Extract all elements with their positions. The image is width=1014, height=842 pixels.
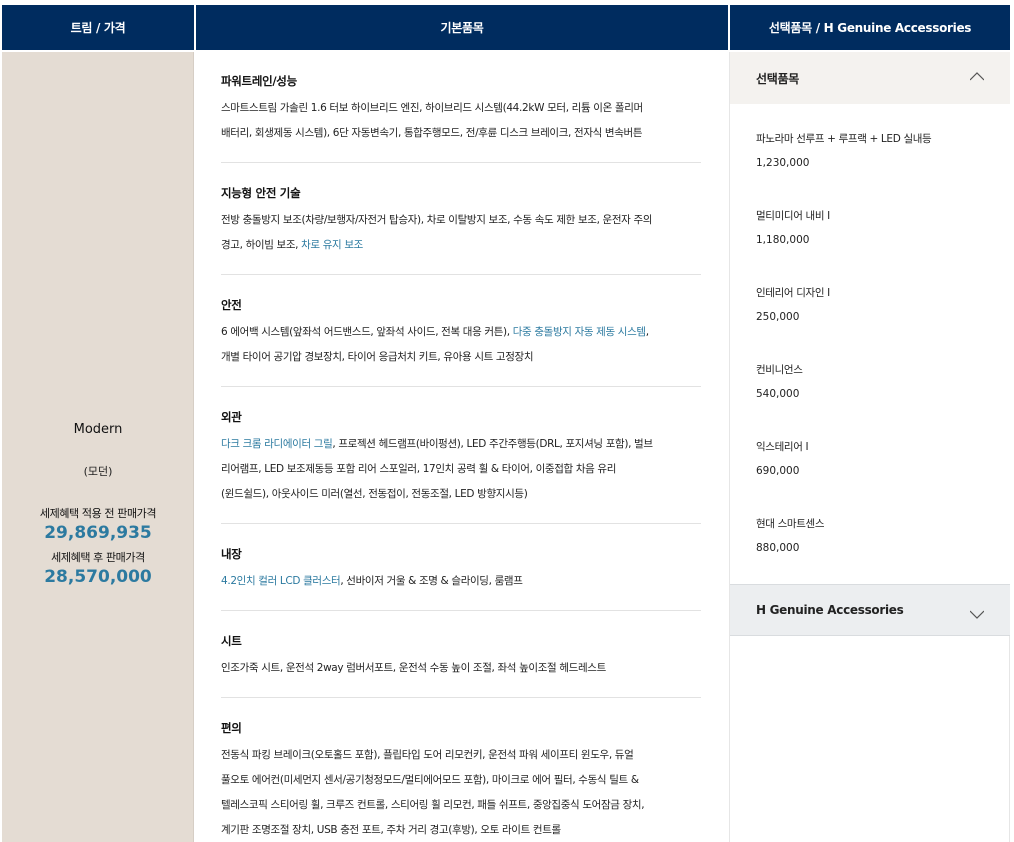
section-line: 풀오토 에어컨(미세먼지 센서/공기청정모드/멀티에어모드 포함), 마이크로 … xyxy=(221,774,639,786)
section-body: 스마트스트림 가솔린 1.6 터보 하이브리드 엔진, 하이브리드 시스템(44… xyxy=(221,96,701,146)
trim-info: Modern (모던) 세제혜택 적용 전 판매가격 29,869,935 세제… xyxy=(2,422,194,593)
option-name: 파노라마 선루프 + 루프랙 + LED 실내등 xyxy=(756,133,932,145)
option-name: 익스테리어 I xyxy=(756,441,809,453)
section-title: 안전 xyxy=(221,298,242,312)
option-name: 컨비니언스 xyxy=(756,364,803,376)
options-accordion-header[interactable]: 선택품목 xyxy=(730,52,1010,104)
feature-link-lane-keeping[interactable]: 차로 유지 보조 xyxy=(301,239,363,251)
section-line: 리어램프, LED 보조제동등 포함 리어 스포일러, 17인치 공력 휠 & … xyxy=(221,463,617,475)
option-item[interactable]: 현대 스마트센스 880,000 xyxy=(756,515,996,556)
divider xyxy=(221,162,701,163)
option-price: 250,000 xyxy=(756,311,800,323)
option-price: 690,000 xyxy=(756,465,800,477)
option-item[interactable]: 인테리어 디자인 I 250,000 xyxy=(756,284,996,325)
price-after-tax-label: 세제혜택 후 판매가격 xyxy=(51,551,145,564)
section-exterior: 외관 다크 크롬 라디에이터 그릴, 프로젝션 헤드램프(바이펑션), LED … xyxy=(221,408,701,507)
feature-link-dark-chrome-grille[interactable]: 다크 크롬 라디에이터 그릴 xyxy=(221,438,333,450)
header-trim-price: 트림 / 가격 xyxy=(2,5,194,50)
section-safety: 안전 6 에어백 시스템(앞좌석 어드밴스드, 앞좌석 사이드, 전복 대응 커… xyxy=(221,296,701,370)
section-line: 인조가죽 시트, 운전석 2way 럼버서포트, 운전석 수동 높이 조절, 좌… xyxy=(221,662,606,674)
options-column: 선택품목 파노라마 선루프 + 루프랙 + LED 실내등 1,230,000 … xyxy=(729,52,1010,842)
section-text: 6 에어백 시스템(앞좌석 어드밴스드, 앞좌석 사이드, 전복 대응 커튼), xyxy=(221,326,513,338)
section-text: , xyxy=(645,326,649,338)
option-price: 1,230,000 xyxy=(756,157,810,169)
basic-items-column: 파워트레인/성능 스마트스트림 가솔린 1.6 터보 하이브리드 엔진, 하이브… xyxy=(195,52,727,842)
option-item[interactable]: 멀티미디어 내비 I 1,180,000 xyxy=(756,207,996,248)
section-line: 경고, 하이빔 보조, 차로 유지 보조 xyxy=(221,233,701,258)
price-after-tax: 28,570,000 xyxy=(44,567,152,587)
section-title: 지능형 안전 기술 xyxy=(221,186,301,200)
feature-link-lcd-cluster[interactable]: 4.2인치 컬러 LCD 클러스터 xyxy=(221,575,341,587)
section-body: 4.2인치 컬러 LCD 클러스터, 선바이저 거울 & 조명 & 슬라이딩, … xyxy=(221,569,701,594)
trim-column: Modern (모던) 세제혜택 적용 전 판매가격 29,869,935 세제… xyxy=(2,52,194,842)
divider xyxy=(221,610,701,611)
section-line: 전동식 파킹 브레이크(오토홀드 포함), 플립타입 도어 리모컨키, 운전석 … xyxy=(221,749,634,761)
divider xyxy=(221,523,701,524)
section-line: 전방 충돌방지 보조(차량/보행자/자전거 탑승자), 차로 이탈방지 보조, … xyxy=(221,214,653,226)
section-convenience: 편의 전동식 파킹 브레이크(오토홀드 포함), 플립타입 도어 리모컨키, 운… xyxy=(221,719,701,842)
chevron-up-icon[interactable] xyxy=(970,70,984,84)
option-item[interactable]: 익스테리어 I 690,000 xyxy=(756,438,996,479)
option-price: 540,000 xyxy=(756,388,800,400)
divider xyxy=(221,697,701,698)
section-title: 시트 xyxy=(221,634,242,648)
divider xyxy=(221,274,701,275)
section-safety-tech: 지능형 안전 기술 전방 충돌방지 보조(차량/보행자/자전거 탑승자), 차로… xyxy=(221,184,701,258)
section-body: 6 에어백 시스템(앞좌석 어드밴스드, 앞좌석 사이드, 전복 대응 커튼),… xyxy=(221,320,701,370)
section-body: 전방 충돌방지 보조(차량/보행자/자전거 탑승자), 차로 이탈방지 보조, … xyxy=(221,208,701,258)
section-body: 전동식 파킹 브레이크(오토홀드 포함), 플립타입 도어 리모컨키, 운전석 … xyxy=(221,743,701,842)
price-before-tax-label: 세제혜택 적용 전 판매가격 xyxy=(39,507,157,520)
section-line: 스마트스트림 가솔린 1.6 터보 하이브리드 엔진, 하이브리드 시스템(44… xyxy=(221,102,643,114)
trim-name-korean: (모던) xyxy=(83,465,113,478)
option-price: 1,180,000 xyxy=(756,234,810,246)
chevron-down-icon[interactable] xyxy=(970,607,984,621)
table-header: 트림 / 가격 기본품목 선택품목 / H Genuine Accessorie… xyxy=(2,5,1010,50)
feature-link-multi-collision-brake[interactable]: 다중 충돌방지 자동 제동 시스템 xyxy=(513,326,646,338)
option-name: 현대 스마트센스 xyxy=(756,518,825,530)
section-body: 다크 크롬 라디에이터 그릴, 프로젝션 헤드램프(바이펑션), LED 주간주… xyxy=(221,432,701,507)
section-interior: 내장 4.2인치 컬러 LCD 클러스터, 선바이저 거울 & 조명 & 슬라이… xyxy=(221,545,701,594)
section-title: 외관 xyxy=(221,410,242,424)
options-list: 파노라마 선루프 + 루프랙 + LED 실내등 1,230,000 멀티미디어… xyxy=(730,104,1010,584)
option-name: 인테리어 디자인 I xyxy=(756,287,830,299)
section-line: 배터리, 회생제동 시스템), 6단 자동변속기, 통합주행모드, 전/후륜 디… xyxy=(221,127,643,139)
section-powertrain: 파워트레인/성능 스마트스트림 가솔린 1.6 터보 하이브리드 엔진, 하이브… xyxy=(221,72,701,146)
option-item[interactable]: 파노라마 선루프 + 루프랙 + LED 실내등 1,230,000 xyxy=(756,130,996,171)
section-line: 개별 타이어 공기압 경보장치, 타이어 응급처치 키트, 유아용 시트 고정장… xyxy=(221,351,534,363)
section-title: 내장 xyxy=(221,547,242,561)
section-text: , 프로젝션 헤드램프(바이펑션), LED 주간주행등(DRL, 포지셔닝 포… xyxy=(332,438,653,450)
header-options: 선택품목 / H Genuine Accessories xyxy=(730,5,1010,50)
option-item[interactable]: 컨비니언스 540,000 xyxy=(756,361,996,402)
section-line: 다크 크롬 라디에이터 그릴, 프로젝션 헤드램프(바이펑션), LED 주간주… xyxy=(221,432,701,457)
section-line: 6 에어백 시스템(앞좌석 어드밴스드, 앞좌석 사이드, 전복 대응 커튼),… xyxy=(221,320,701,345)
accessories-accordion-header[interactable]: H Genuine Accessories xyxy=(730,584,1010,636)
section-title: 편의 xyxy=(221,721,242,735)
option-price: 880,000 xyxy=(756,542,800,554)
section-body: 인조가죽 시트, 운전석 2way 럼버서포트, 운전석 수동 높이 조절, 좌… xyxy=(221,656,701,681)
divider xyxy=(221,386,701,387)
section-title: 파워트레인/성능 xyxy=(221,74,297,88)
options-title: 선택품목 xyxy=(756,71,799,86)
section-text: , 선바이저 거울 & 조명 & 슬라이딩, 룸램프 xyxy=(340,575,523,587)
section-line: 4.2인치 컬러 LCD 클러스터, 선바이저 거울 & 조명 & 슬라이딩, … xyxy=(221,569,701,594)
price-before-tax: 29,869,935 xyxy=(44,523,152,543)
header-basic-items: 기본품목 xyxy=(196,5,728,50)
section-text: 경고, 하이빔 보조, xyxy=(221,239,302,251)
trim-name: Modern xyxy=(73,422,123,437)
section-line: 계기판 조명조절 장치, USB 충전 포트, 주차 거리 경고(후방), 오토… xyxy=(221,824,561,836)
section-seat: 시트 인조가죽 시트, 운전석 2way 럼버서포트, 운전석 수동 높이 조절… xyxy=(221,632,701,681)
section-line: (윈드쉴드), 아웃사이드 미러(열선, 전동접이, 전동조절, LED 방향지… xyxy=(221,488,528,500)
option-name: 멀티미디어 내비 I xyxy=(756,210,830,222)
section-line: 텔레스코픽 스티어링 휠, 크루즈 컨트롤, 스티어링 휠 리모컨, 패들 쉬프… xyxy=(221,799,645,811)
accessories-title: H Genuine Accessories xyxy=(756,603,904,617)
